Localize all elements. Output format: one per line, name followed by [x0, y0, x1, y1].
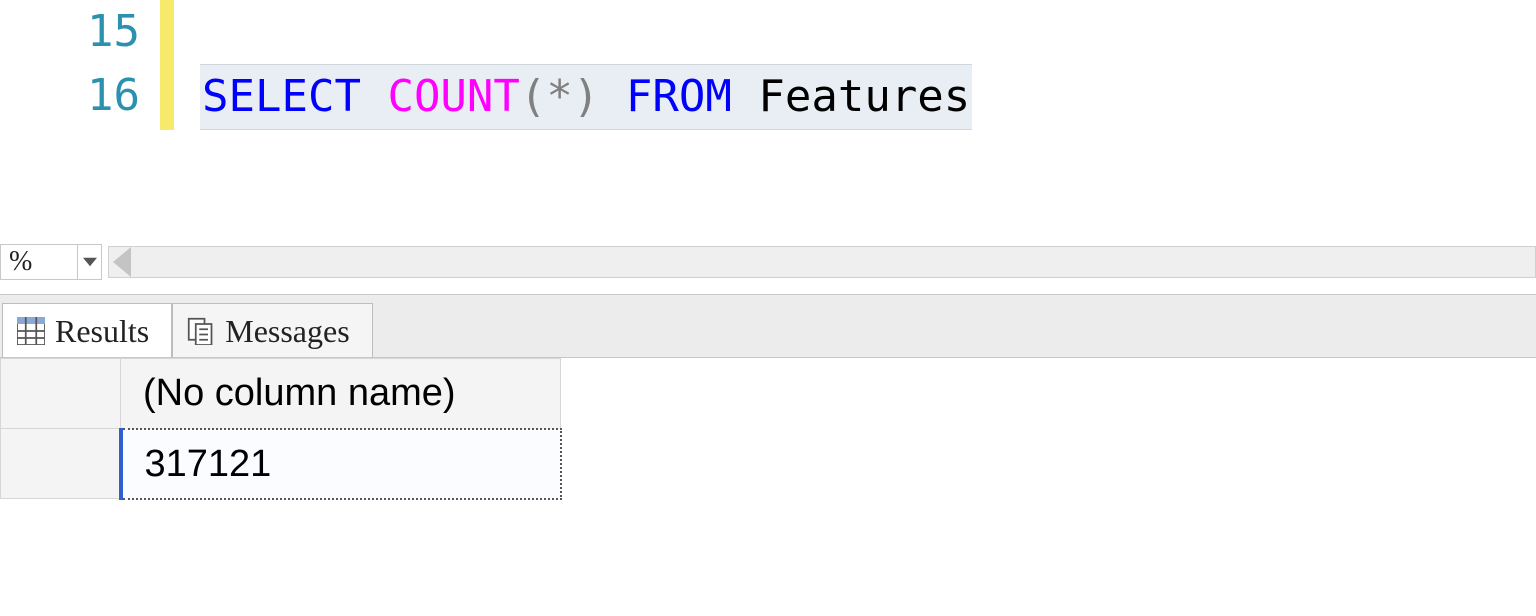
tab-messages[interactable]: Messages [172, 303, 372, 357]
results-grid-icon [17, 317, 45, 345]
tab-label: Messages [225, 315, 349, 347]
zoom-bar: % [0, 242, 1536, 282]
zoom-dropdown[interactable] [78, 244, 102, 280]
line-number: 16 [0, 64, 140, 128]
change-indicator [160, 0, 174, 130]
results-pane: (No column name) 317121 [0, 358, 1536, 616]
line-number-gutter: 15 16 [0, 0, 150, 242]
code-line[interactable]: SELECT COUNT(*) FROM Features [200, 64, 1536, 130]
chevron-down-icon [83, 257, 97, 267]
results-grid[interactable]: (No column name) 317121 [0, 358, 562, 500]
horizontal-scrollbar[interactable] [108, 246, 1536, 278]
line-number: 15 [0, 0, 140, 64]
messages-icon [187, 317, 215, 345]
code-area[interactable]: SELECT COUNT(*) FROM Features [200, 0, 1536, 130]
code-line[interactable] [200, 0, 1536, 64]
column-header[interactable]: (No column name) [121, 359, 561, 429]
row-header[interactable] [1, 429, 121, 499]
scroll-left-icon[interactable] [113, 253, 131, 271]
zoom-level[interactable]: % [0, 244, 78, 280]
results-tabstrip: Results Messages [0, 294, 1536, 358]
grid-corner[interactable] [1, 359, 121, 429]
tab-results[interactable]: Results [2, 303, 172, 357]
tab-label: Results [55, 315, 149, 347]
selection-highlight: SELECT COUNT(*) FROM Features [200, 64, 972, 130]
sql-editor[interactable]: 15 16 SELECT COUNT(*) FROM Features [0, 0, 1536, 242]
result-cell[interactable]: 317121 [121, 429, 561, 499]
table-row[interactable]: 317121 [1, 429, 561, 499]
